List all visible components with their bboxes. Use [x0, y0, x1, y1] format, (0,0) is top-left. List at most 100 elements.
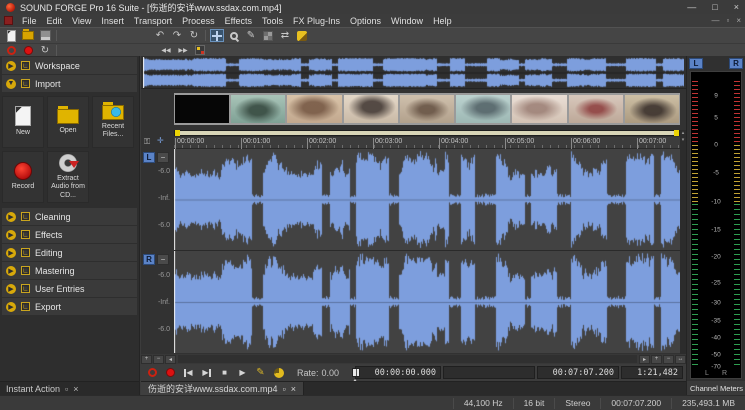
section-cleaning-icon [21, 212, 30, 221]
move-icon[interactable]: ✛ [157, 136, 164, 145]
import-recent-files--button[interactable]: Recent Files... [92, 96, 134, 148]
menu-options[interactable]: Options [345, 16, 386, 26]
sidebar-section-effects[interactable]: ▶Effects [2, 226, 137, 243]
document-tab[interactable]: 伤逝的安详www.ssdax.com.mp4 ▫ × [141, 382, 304, 396]
chevron-right-icon[interactable]: ▶ [6, 212, 16, 222]
left-channel-waveform[interactable] [174, 149, 680, 250]
touch-tool-button[interactable] [295, 29, 309, 42]
record-button[interactable] [163, 366, 178, 379]
video-thumbnail-strip [174, 90, 680, 128]
menu-fx-plug-ins[interactable]: FX Plug-Ins [288, 16, 345, 26]
menu-tools[interactable]: Tools [257, 16, 288, 26]
scroll-left-button[interactable]: ◂ [165, 355, 176, 364]
new-file-button[interactable] [4, 29, 18, 42]
go-to-start-button[interactable]: ◀ [181, 366, 196, 379]
chevron-right-icon[interactable]: ▶ [6, 230, 16, 240]
selection-start-marker[interactable] [175, 130, 180, 136]
magnify-tool-icon [230, 32, 238, 40]
go-to-start-button[interactable]: ◀◀ [159, 44, 173, 57]
selection-end-marker[interactable] [674, 130, 679, 136]
menu-view[interactable]: View [67, 16, 96, 26]
zoom-out-button[interactable]: − [153, 355, 164, 364]
right-channel-button[interactable]: R [143, 254, 155, 265]
panel-close-icon[interactable]: × [73, 384, 78, 394]
menu-effects[interactable]: Effects [220, 16, 257, 26]
chevron-right-icon[interactable]: ▶ [6, 284, 16, 294]
menu-help[interactable]: Help [428, 16, 457, 26]
chevron-right-icon[interactable]: ▶ [6, 61, 16, 71]
chevron-down-icon[interactable]: ▼ [6, 79, 16, 89]
go-to-end-button[interactable]: ▶▶ [176, 44, 190, 57]
import-extract-audio-from-cd--button[interactable]: Extract Audio from CD... [47, 151, 89, 203]
sidebar-section-editing[interactable]: ▶ Editing [2, 244, 137, 261]
menu-transport[interactable]: Transport [129, 16, 177, 26]
sidebar-section-workspace[interactable]: ▶Workspace [2, 57, 137, 74]
sidebar-section-cleaning[interactable]: ▶Cleaning [2, 208, 137, 225]
horizontal-scrollbar[interactable] [178, 355, 637, 363]
left-channel-minimize-button[interactable]: − [157, 152, 169, 163]
channel-meters-title[interactable]: Channel Meters ▫ [687, 381, 745, 395]
loop-playback-button[interactable]: ↻ [38, 44, 52, 57]
lock-icon[interactable]: ⚿ [144, 137, 150, 147]
video-thumbnail [230, 93, 286, 125]
waveform-overview[interactable] [141, 56, 686, 89]
menu-window[interactable]: Window [386, 16, 428, 26]
child-close-icon[interactable]: × [736, 16, 741, 25]
sidebar-section-import[interactable]: ▼Import [2, 75, 137, 92]
mix-paste-button[interactable] [193, 44, 207, 57]
chevron-right-icon[interactable]: ▶ [6, 266, 16, 276]
menu-process[interactable]: Process [177, 16, 220, 26]
chevron-right-icon[interactable]: ▶ [6, 248, 16, 258]
maximize-button[interactable]: □ [712, 0, 717, 14]
pencil-tool-button[interactable]: ✎ [253, 366, 268, 379]
right-channel-waveform[interactable] [174, 251, 680, 353]
play-button[interactable]: ▶ [235, 366, 250, 379]
event-tool-button[interactable] [271, 366, 286, 379]
zoom-out-time-button[interactable]: − [663, 355, 674, 364]
right-channel-minimize-button[interactable]: − [157, 254, 169, 265]
document-restore-icon[interactable]: ▫ [283, 384, 286, 394]
go-to-end-button[interactable]: ▶ [199, 366, 214, 379]
undo-button[interactable]: ↶ [153, 29, 167, 42]
magnify-tool-button[interactable] [227, 29, 241, 42]
zoom-in-button[interactable]: + [141, 355, 152, 364]
selection-bar[interactable] [174, 130, 680, 136]
import-new-button[interactable]: New [2, 96, 44, 148]
section-label: Editing [35, 248, 63, 258]
panel-float-icon[interactable]: ▫ [65, 384, 68, 394]
scroll-right-button[interactable]: ▸ [639, 355, 650, 364]
open-file-button[interactable] [21, 29, 35, 42]
minimize-button[interactable]: — [687, 0, 696, 14]
sidebar-section-mastering[interactable]: ▶Mastering [2, 262, 137, 279]
meter-right-button[interactable]: R [729, 58, 743, 69]
edit-tool-button[interactable] [210, 29, 224, 42]
record-remote-button[interactable] [145, 366, 160, 379]
pencil-tool-button[interactable]: ✎ [244, 29, 258, 42]
envelope-tool-button[interactable] [261, 29, 275, 42]
zoom-fit-button[interactable]: ↔ [675, 355, 686, 364]
sidebar-section-export[interactable]: ▶Export [2, 298, 137, 315]
chevron-right-icon[interactable]: ▶ [6, 302, 16, 312]
child-restore-icon[interactable]: ▫ [726, 16, 729, 25]
repeat-button[interactable]: ↻ [187, 29, 201, 42]
meter-left-button[interactable]: L [689, 58, 703, 69]
menu-insert[interactable]: Insert [96, 16, 129, 26]
menu-edit[interactable]: Edit [42, 16, 68, 26]
time-ruler[interactable]: 00:00:0000:01:0000:02:0000:03:0000:04:00… [174, 137, 680, 149]
menu-file[interactable]: File [17, 16, 42, 26]
redo-button[interactable]: ↷ [170, 29, 184, 42]
record-button[interactable] [21, 44, 35, 57]
left-channel-button[interactable]: L [143, 152, 155, 163]
sidebar-section-user-entries[interactable]: ▶User Entries [2, 280, 137, 297]
document-close-icon[interactable]: × [291, 384, 296, 394]
instant-action-tab[interactable]: Instant Action ▫ × [0, 381, 139, 395]
import-record-button[interactable]: Record [2, 151, 44, 203]
save-button[interactable] [38, 29, 52, 42]
child-minimize-icon[interactable]: — [711, 16, 719, 25]
zoom-in-time-button[interactable]: + [651, 355, 662, 364]
import-open-button[interactable]: Open [47, 96, 89, 148]
event-tool-button[interactable]: ⇄ [278, 29, 292, 42]
stop-button[interactable]: ■ [217, 366, 232, 379]
record-remote-button[interactable] [4, 44, 18, 57]
close-button[interactable]: × [734, 0, 739, 14]
